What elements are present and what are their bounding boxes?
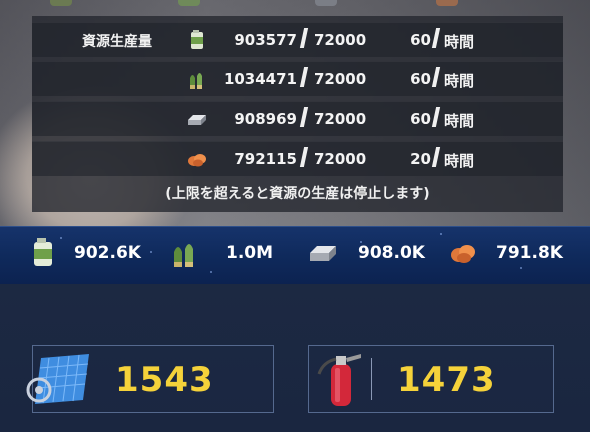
production-row-steel: 908969 72000 60 時間	[32, 101, 563, 136]
bauxite-icon	[451, 245, 475, 263]
repair-card[interactable]: 1473	[308, 345, 554, 413]
resource-value: 908.0K	[358, 243, 425, 263]
partial-icon	[436, 0, 458, 6]
current-amount: 792115	[234, 150, 297, 168]
current-amount: 1034471	[223, 70, 297, 88]
resource-value: 1.0M	[226, 243, 274, 263]
rate-unit: 時間	[444, 72, 475, 90]
separator	[299, 67, 309, 87]
production-label: 資源生産量	[82, 34, 152, 50]
cap-amount: 72000	[314, 70, 367, 88]
star-decoration	[210, 271, 212, 273]
star-decoration	[60, 237, 62, 239]
cap-amount: 72000	[314, 150, 367, 168]
resource-value: 791.8K	[496, 243, 563, 263]
blueprint-icon	[26, 354, 89, 404]
star-decoration	[440, 233, 442, 235]
production-note: (上限を超えると資源の生産は停止します)	[165, 186, 430, 202]
partial-icon	[50, 0, 72, 6]
rate-unit: 時間	[444, 33, 475, 51]
repair-count: 1473	[397, 360, 496, 400]
production-rate: 60	[410, 31, 431, 49]
blueprint-card[interactable]: 1543	[26, 345, 274, 413]
star-decoration	[150, 251, 152, 253]
ammo-icon	[174, 244, 193, 267]
separator	[431, 107, 441, 127]
production-rate: 60	[410, 70, 431, 88]
fire-extinguisher-icon	[317, 354, 361, 406]
rate-unit: 時間	[444, 152, 475, 170]
cap-amount: 72000	[314, 110, 367, 128]
partial-icon	[315, 0, 337, 6]
rate-unit: 時間	[444, 112, 475, 130]
steel-ingot-icon	[310, 246, 336, 261]
partial-icon	[178, 0, 200, 6]
production-rate: 60	[410, 110, 431, 128]
production-row-fuel: 資源生産量 903577 72000 60 時間	[32, 22, 563, 57]
fuel-can-icon	[34, 238, 52, 266]
separator	[299, 28, 309, 48]
separator	[299, 107, 309, 127]
cap-amount: 72000	[314, 31, 367, 49]
blueprint-count: 1543	[115, 360, 214, 400]
production-row-ammo: 1034471 72000 60 時間	[32, 61, 563, 96]
separator	[431, 28, 441, 48]
production-rate: 20	[410, 150, 431, 168]
separator	[431, 67, 441, 87]
resource-value: 902.6K	[74, 243, 141, 263]
star-decoration	[520, 267, 522, 269]
current-amount: 908969	[234, 110, 297, 128]
card-divider	[371, 358, 372, 400]
separator	[299, 147, 309, 167]
current-amount: 903577	[234, 31, 297, 49]
production-row-bauxite: 792115 72000 20 時間	[32, 141, 563, 176]
separator	[431, 147, 441, 167]
